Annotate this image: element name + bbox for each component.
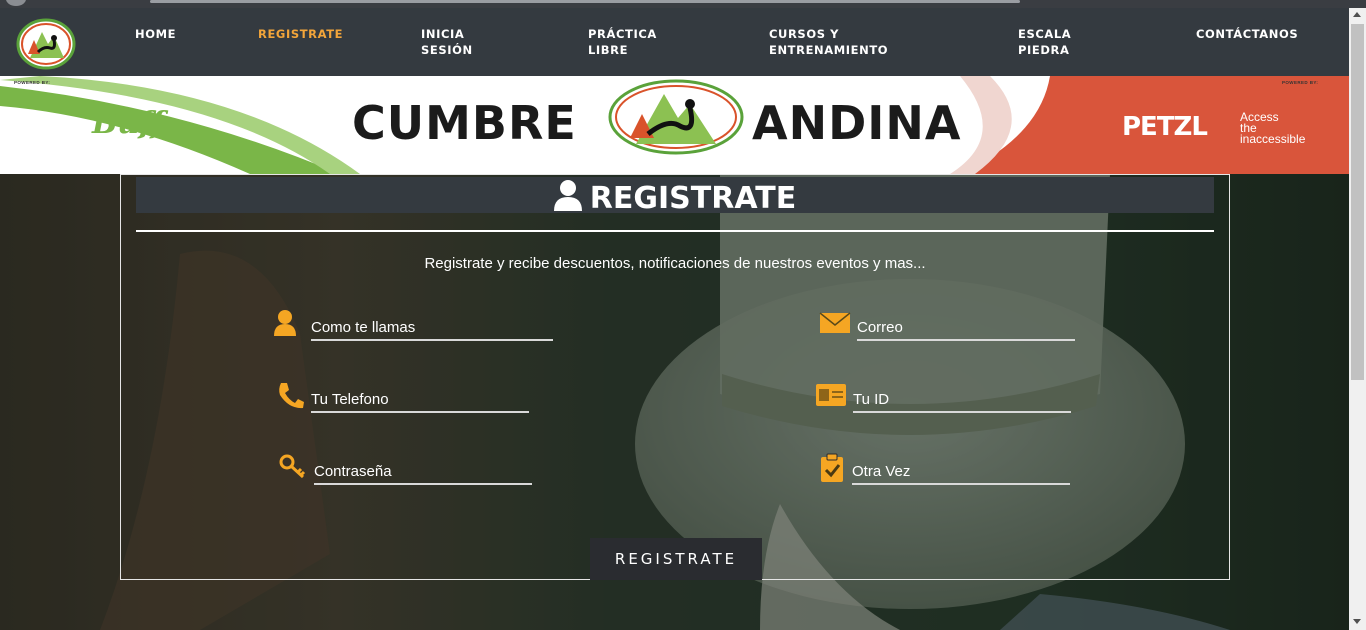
browser-button[interactable] — [6, 0, 26, 6]
password-field — [279, 453, 539, 485]
nav-practica-libre[interactable]: PRÁCTICA LIBRE — [588, 26, 657, 58]
id-input[interactable] — [853, 387, 1071, 413]
nav-registrate[interactable]: REGISTRATE — [258, 26, 343, 42]
password-confirm-field — [818, 453, 1078, 485]
user-icon — [553, 180, 582, 211]
cumbre-andina-logo[interactable] — [16, 18, 76, 70]
brand-title-right: ANDINA — [752, 96, 962, 150]
nav-cursos-entrenamiento[interactable]: CURSOS Y ENTRENAMIENTO — [769, 26, 888, 58]
scroll-down-arrow-icon[interactable] — [1353, 619, 1361, 624]
clipboard-check-icon — [821, 453, 843, 482]
password-confirm-input[interactable] — [852, 459, 1070, 485]
phone-field — [277, 381, 537, 413]
registration-panel: REGISTRATE Registrate y recibe descuento… — [120, 174, 1230, 580]
vertical-scrollbar[interactable] — [1349, 8, 1366, 630]
brand-title-left: CUMBRE — [352, 96, 577, 150]
phone-input[interactable] — [311, 387, 529, 413]
user-icon — [274, 310, 296, 336]
buff-logo[interactable]: Buff — [92, 106, 164, 141]
password-input[interactable] — [314, 459, 532, 485]
nav-escala-piedra[interactable]: ESCALA PIEDRA — [1018, 26, 1071, 58]
nav-contactanos[interactable]: CONTÁCTANOS — [1196, 26, 1298, 42]
phone-icon — [279, 383, 304, 409]
navbar: HOME REGISTRATE INICIA SESIÓN PRÁCTICA L… — [0, 8, 1349, 76]
register-submit-button[interactable]: REGISTRATE — [590, 538, 762, 580]
form-subtitle: Registrate y recibe descuentos, notifica… — [424, 255, 926, 272]
id-card-icon — [816, 384, 846, 406]
email-input[interactable] — [857, 315, 1075, 341]
email-field — [819, 309, 1079, 341]
title-divider — [136, 230, 1214, 232]
sponsor-banner: POWERED BY: POWERED BY: Buff CUMBRE ANDI… — [0, 76, 1349, 174]
id-field — [815, 381, 1075, 413]
petzl-logo[interactable]: PETZL — [1122, 112, 1208, 142]
panel-header: REGISTRATE — [136, 177, 1214, 216]
browser-address-bar[interactable] — [150, 0, 1020, 3]
nav-home[interactable]: HOME — [135, 26, 176, 42]
key-icon — [279, 454, 306, 479]
panel-title-wrap: REGISTRATE — [136, 179, 1214, 216]
page-title: REGISTRATE — [589, 181, 797, 216]
petzl-tagline: Access the inaccessible — [1240, 110, 1306, 146]
powered-by-right: POWERED BY: — [1282, 80, 1319, 85]
nav-inicia-sesion[interactable]: INICIA SESIÓN — [421, 26, 473, 58]
scroll-thumb[interactable] — [1351, 24, 1364, 380]
banner-logo-emblem — [608, 79, 744, 155]
powered-by-left: POWERED BY: — [14, 80, 51, 85]
envelope-icon — [819, 312, 851, 333]
name-field — [273, 309, 563, 341]
registration-hero: REGISTRATE Registrate y recibe descuento… — [0, 174, 1349, 630]
browser-top-strip — [0, 0, 1366, 8]
name-input[interactable] — [311, 315, 553, 341]
scroll-up-arrow-icon[interactable] — [1353, 12, 1361, 17]
